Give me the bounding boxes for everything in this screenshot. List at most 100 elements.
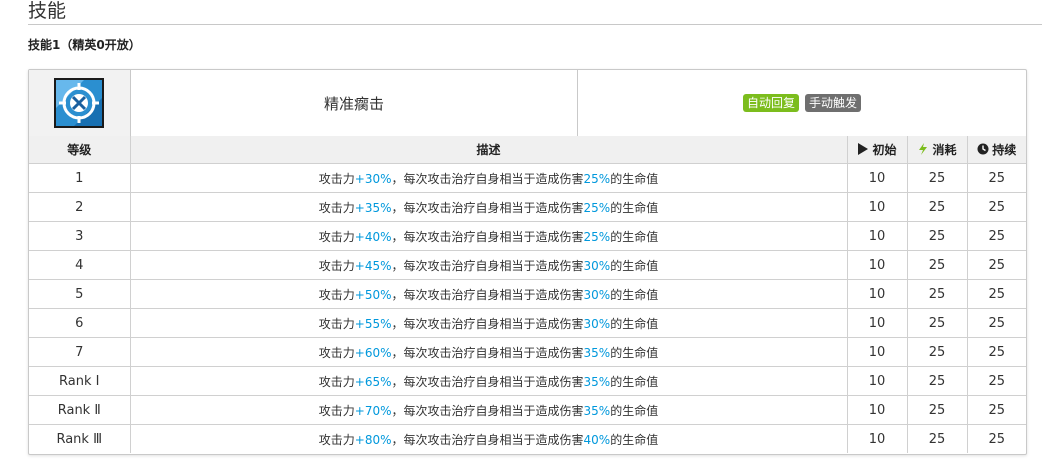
header-cost: 消耗 (906, 136, 968, 164)
row-initial: 10 (846, 250, 908, 280)
manual-trigger-tag: 手动触发 (805, 94, 862, 112)
skill-icon-cell (29, 70, 131, 136)
row-duration: 25 (966, 395, 1026, 425)
row-duration: 25 (966, 279, 1026, 309)
atk-bonus: +45% (354, 258, 392, 273)
table-row: 5 攻击力+50%，每次攻击治疗自身相当于造成伤害30%的生命值 10 25 25 (29, 279, 1026, 309)
desc-prefix: 攻击力 (318, 316, 355, 331)
desc-prefix: 攻击力 (318, 200, 355, 215)
heal-percent: 40% (583, 432, 611, 447)
row-cost: 25 (906, 163, 968, 193)
row-initial: 10 (846, 163, 908, 193)
skill-header-row: 精准瘸击 自动回复 手动触发 (29, 70, 1026, 137)
heal-percent: 30% (583, 258, 611, 273)
heal-percent: 35% (583, 374, 611, 389)
skill-name: 精准瘸击 (131, 70, 578, 136)
desc-middle: ，每次攻击治疗自身相当于造成伤害 (391, 316, 584, 331)
row-description: 攻击力+70%，每次攻击治疗自身相当于造成伤害35%的生命值 (129, 395, 848, 425)
desc-prefix: 攻击力 (318, 287, 355, 302)
row-level: 5 (29, 279, 131, 309)
desc-prefix: 攻击力 (318, 403, 355, 418)
row-description: 攻击力+80%，每次攻击治疗自身相当于造成伤害40%的生命值 (129, 424, 848, 453)
row-initial: 10 (846, 337, 908, 367)
row-duration: 25 (966, 366, 1026, 396)
row-description: 攻击力+50%，每次攻击治疗自身相当于造成伤害30%的生命值 (129, 279, 848, 309)
section-title: 技能 (28, 0, 67, 22)
row-initial: 10 (846, 424, 908, 453)
header-initial: 初始 (846, 136, 908, 164)
desc-suffix: 的生命值 (610, 432, 659, 447)
row-level: Rank Ⅱ (29, 395, 131, 425)
row-initial: 10 (846, 308, 908, 338)
atk-bonus: +60% (354, 345, 392, 360)
desc-middle: ，每次攻击治疗自身相当于造成伤害 (391, 374, 584, 389)
atk-bonus: +70% (354, 403, 392, 418)
row-description: 攻击力+55%，每次攻击治疗自身相当于造成伤害30%的生命值 (129, 308, 848, 338)
row-cost: 25 (906, 279, 968, 309)
row-description: 攻击力+30%，每次攻击治疗自身相当于造成伤害25%的生命值 (129, 163, 848, 193)
row-cost: 25 (906, 337, 968, 367)
heal-percent: 35% (583, 403, 611, 418)
row-level: 7 (29, 337, 131, 367)
desc-suffix: 的生命值 (610, 171, 659, 186)
row-level: 2 (29, 192, 131, 222)
skill-subtitle: 技能1（精英0开放） (28, 38, 141, 52)
row-duration: 25 (966, 424, 1026, 453)
row-initial: 10 (846, 279, 908, 309)
desc-suffix: 的生命值 (610, 200, 659, 215)
row-cost: 25 (906, 192, 968, 222)
heal-percent: 35% (583, 345, 611, 360)
atk-bonus: +35% (354, 200, 392, 215)
heal-percent: 30% (583, 316, 611, 331)
row-level: 1 (29, 163, 131, 193)
skill-crosshair-icon (54, 78, 104, 128)
row-cost: 25 (906, 308, 968, 338)
atk-bonus: +80% (354, 432, 392, 447)
atk-bonus: +30% (354, 171, 392, 186)
desc-suffix: 的生命值 (610, 258, 659, 273)
desc-middle: ，每次攻击治疗自身相当于造成伤害 (391, 258, 584, 273)
table-row: 2 攻击力+35%，每次攻击治疗自身相当于造成伤害25%的生命值 10 25 25 (29, 192, 1026, 222)
skill-card: 精准瘸击 自动回复 手动触发 等级 描述 初始 消耗 持续 1 攻击力+30%，… (28, 69, 1027, 455)
header-duration: 持续 (966, 136, 1026, 164)
heal-percent: 25% (583, 171, 611, 186)
row-description: 攻击力+60%，每次攻击治疗自身相当于造成伤害35%的生命值 (129, 337, 848, 367)
row-initial: 10 (846, 192, 908, 222)
table-row: Rank Ⅱ 攻击力+70%，每次攻击治疗自身相当于造成伤害35%的生命值 10 25… (29, 395, 1026, 425)
atk-bonus: +40% (354, 229, 392, 244)
row-duration: 25 (966, 308, 1026, 338)
row-duration: 25 (966, 250, 1026, 280)
table-row: 6 攻击力+55%，每次攻击治疗自身相当于造成伤害30%的生命值 10 25 25 (29, 308, 1026, 338)
table-row: Rank Ⅰ 攻击力+65%，每次攻击治疗自身相当于造成伤害35%的生命值 10 25… (29, 366, 1026, 396)
desc-prefix: 攻击力 (318, 171, 355, 186)
row-duration: 25 (966, 221, 1026, 251)
table-row: 1 攻击力+30%，每次攻击治疗自身相当于造成伤害25%的生命值 10 25 25 (29, 163, 1026, 193)
desc-middle: ，每次攻击治疗自身相当于造成伤害 (391, 403, 584, 418)
header-level: 等级 (29, 136, 131, 164)
desc-middle: ，每次攻击治疗自身相当于造成伤害 (391, 432, 584, 447)
header-cost-label: 消耗 (932, 142, 957, 157)
heal-percent: 30% (583, 287, 611, 302)
lightning-icon (919, 143, 928, 156)
desc-middle: ，每次攻击治疗自身相当于造成伤害 (391, 345, 584, 360)
desc-prefix: 攻击力 (318, 258, 355, 273)
table-row: Rank Ⅲ 攻击力+80%，每次攻击治疗自身相当于造成伤害40%的生命值 10 25… (29, 424, 1026, 453)
desc-prefix: 攻击力 (318, 345, 355, 360)
row-initial: 10 (846, 221, 908, 251)
row-description: 攻击力+45%，每次攻击治疗自身相当于造成伤害30%的生命值 (129, 250, 848, 280)
header-duration-label: 持续 (992, 142, 1017, 157)
header-description: 描述 (129, 136, 848, 164)
row-duration: 25 (966, 337, 1026, 367)
heal-percent: 25% (583, 200, 611, 215)
row-level: 6 (29, 308, 131, 338)
table-row: 4 攻击力+45%，每次攻击治疗自身相当于造成伤害30%的生命值 10 25 25 (29, 250, 1026, 280)
row-cost: 25 (906, 366, 968, 396)
skill-tags: 自动回复 手动触发 (578, 70, 1026, 136)
row-description: 攻击力+35%，每次攻击治疗自身相当于造成伤害25%的生命值 (129, 192, 848, 222)
desc-suffix: 的生命值 (610, 229, 659, 244)
atk-bonus: +50% (354, 287, 392, 302)
desc-suffix: 的生命值 (610, 316, 659, 331)
row-cost: 25 (906, 395, 968, 425)
row-description: 攻击力+65%，每次攻击治疗自身相当于造成伤害35%的生命值 (129, 366, 848, 396)
desc-prefix: 攻击力 (318, 432, 355, 447)
